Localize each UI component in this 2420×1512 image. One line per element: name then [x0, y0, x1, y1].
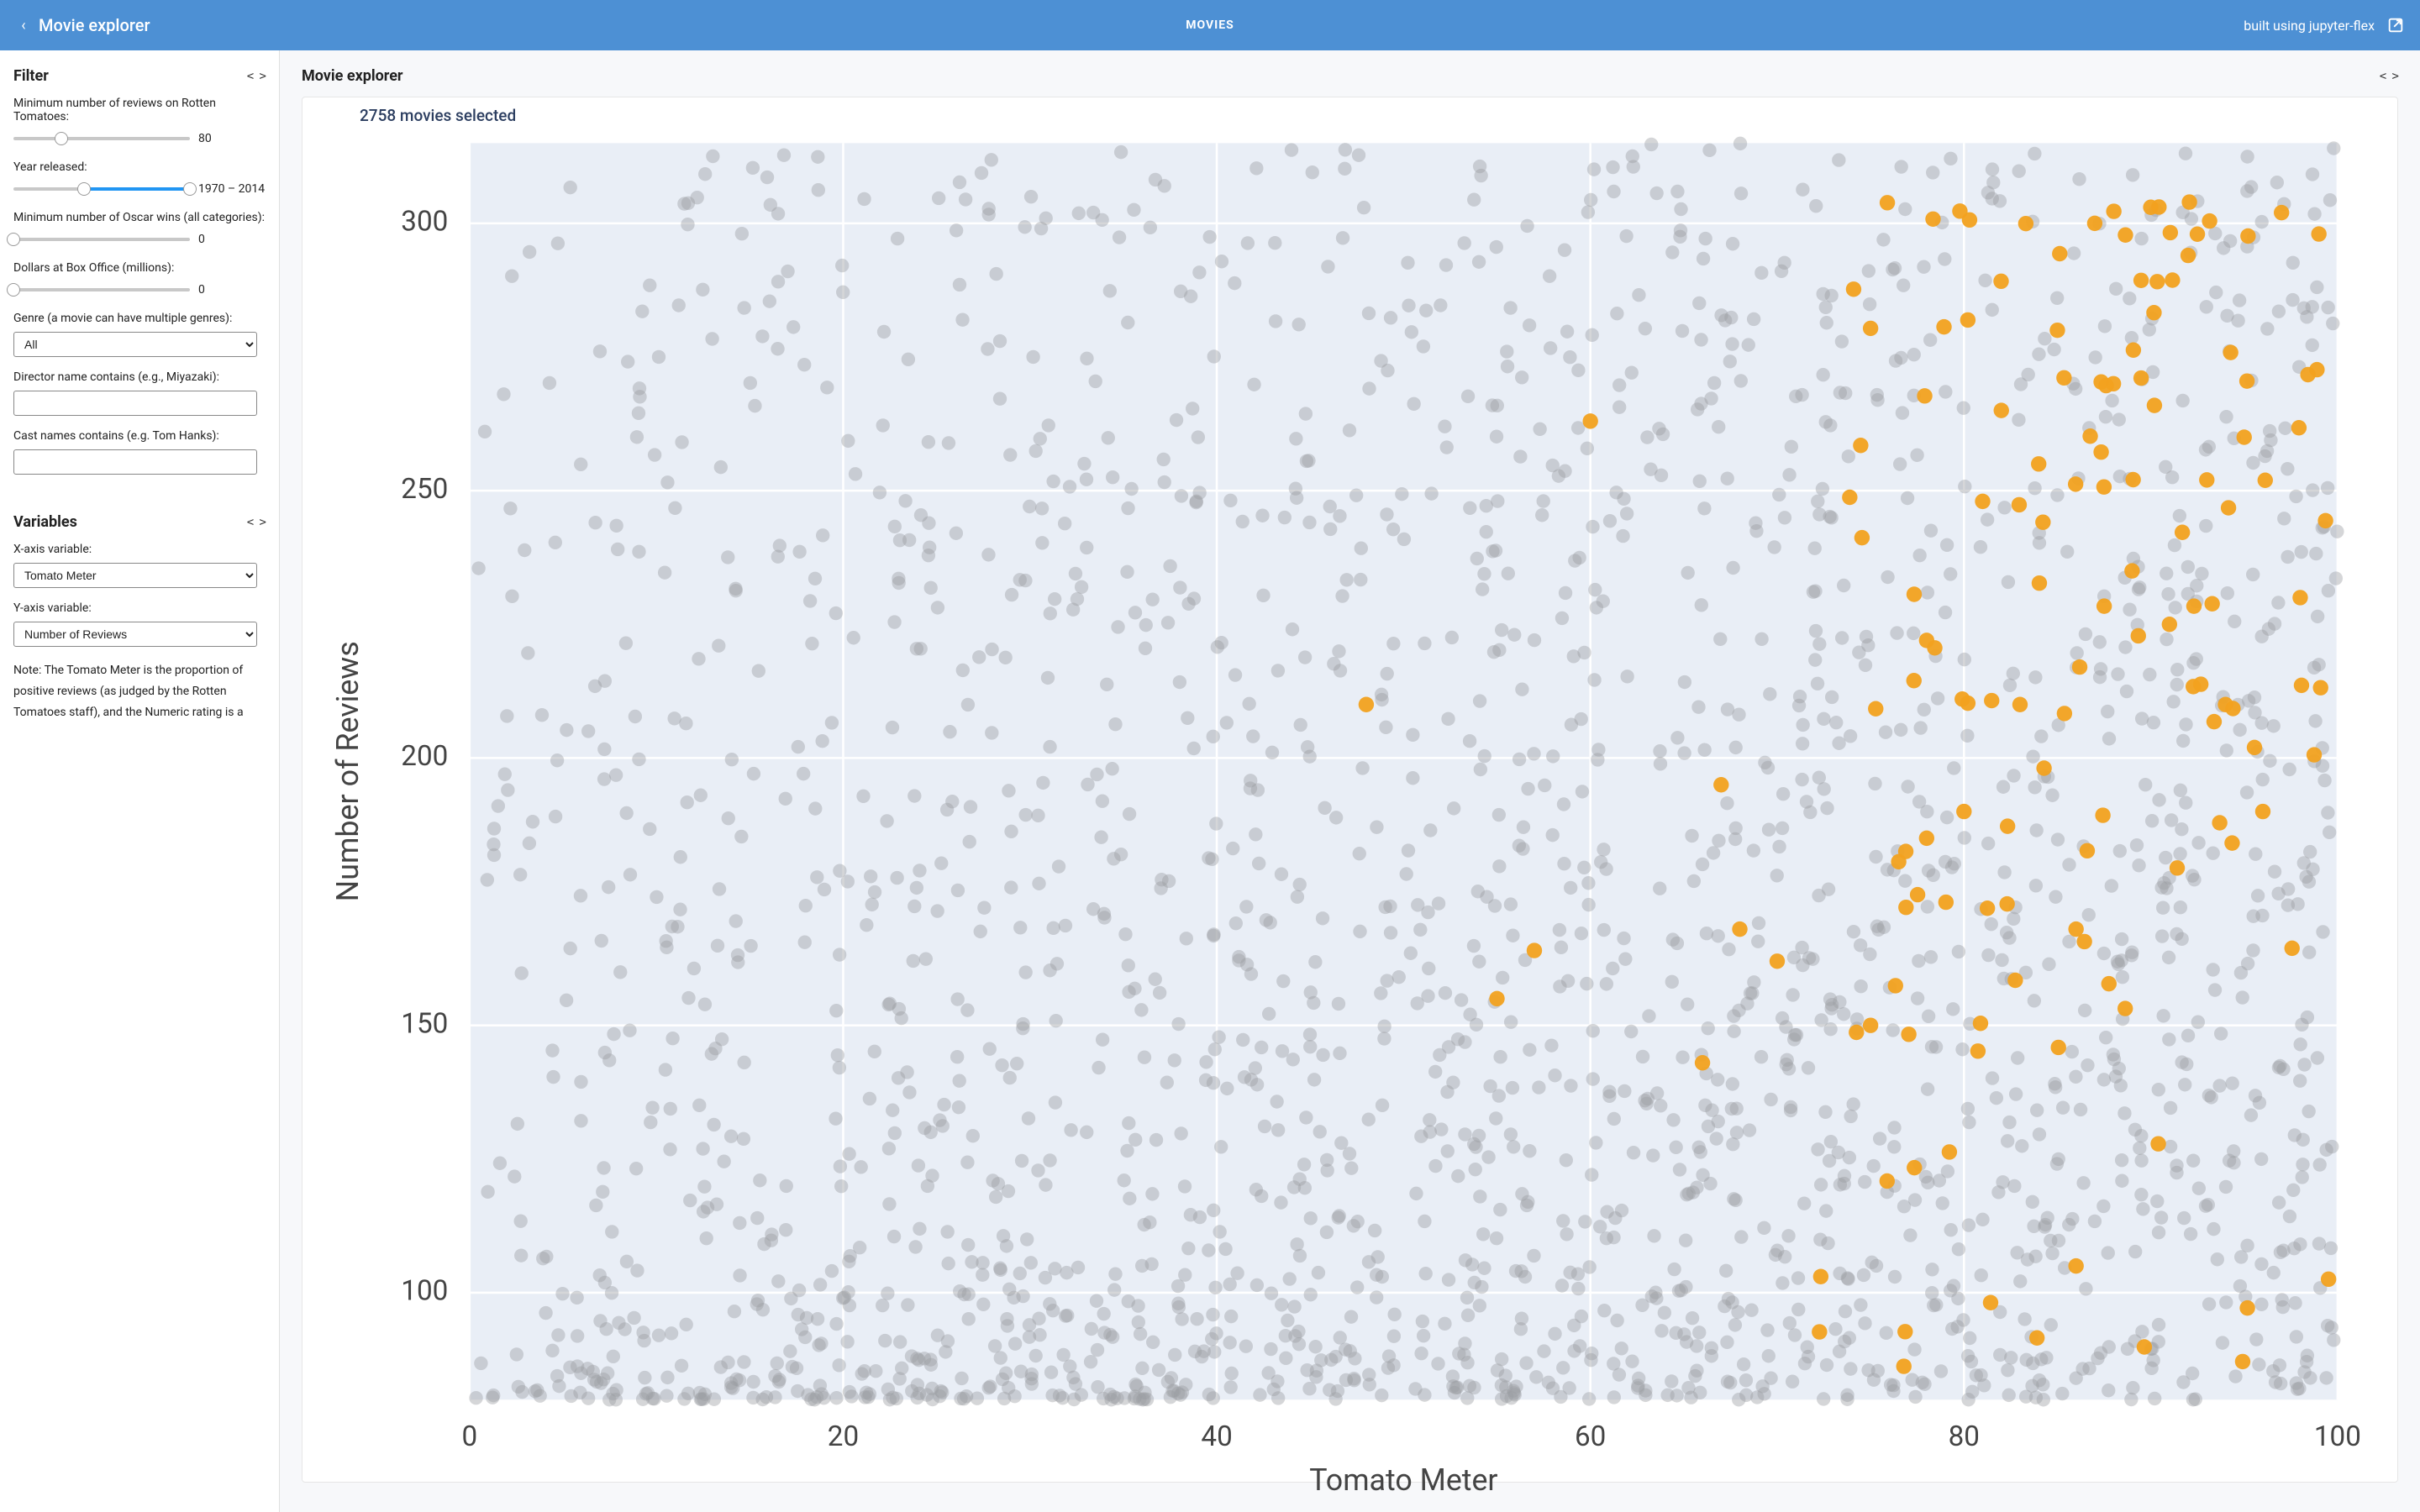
chart-title: 2758 movies selected: [360, 106, 2381, 125]
genre-control: Genre (a movie can have multiple genres)…: [13, 312, 266, 357]
min-oscars-control: Minimum number of Oscar wins (all catego…: [13, 211, 266, 248]
min-reviews-label: Minimum number of reviews on Rotten Toma…: [13, 97, 266, 123]
x-axis-control: X-axis variable: Tomato Meter: [13, 543, 266, 588]
director-label: Director name contains (e.g., Miyazaki):: [13, 370, 266, 384]
main: Movie explorer < > 2758 movies selected …: [280, 50, 2420, 1512]
external-link-icon[interactable]: [2386, 16, 2405, 34]
svg-text:0: 0: [462, 1420, 478, 1453]
min-reviews-slider[interactable]: [13, 130, 190, 147]
svg-text:60: 60: [1575, 1420, 1606, 1453]
cast-input[interactable]: [13, 449, 257, 475]
main-heading: Movie explorer: [302, 67, 403, 85]
year-released-slider[interactable]: [13, 181, 190, 197]
x-axis-label: X-axis variable:: [13, 543, 266, 556]
genre-select[interactable]: All: [13, 332, 257, 357]
min-reviews-control: Minimum number of reviews on Rotten Toma…: [13, 97, 266, 147]
svg-text:20: 20: [828, 1420, 859, 1453]
x-axis-select[interactable]: Tomato Meter: [13, 563, 257, 588]
filter-heading: Filter: [13, 67, 49, 85]
svg-text:150: 150: [401, 1007, 448, 1040]
chart-card: 2758 movies selected 0 20 40 60 80 100 100 150 2…: [302, 97, 2398, 1483]
year-released-value: 1970 – 2014: [198, 182, 265, 196]
svg-text:100: 100: [401, 1275, 448, 1308]
code-toggle-icon[interactable]: < >: [247, 516, 266, 529]
director-input[interactable]: [13, 391, 257, 416]
min-reviews-value: 80: [198, 132, 212, 145]
cast-label: Cast names contains (e.g. Tom Hanks):: [13, 429, 266, 443]
topbar: ‹ Movie explorer MOVIES built using jupy…: [0, 0, 2420, 50]
min-oscars-value: 0: [198, 233, 205, 246]
year-released-label: Year released:: [13, 160, 266, 174]
year-released-control: Year released: 1970 – 2014: [13, 160, 266, 197]
sidebar: Filter < > Minimum number of reviews on …: [0, 50, 280, 1512]
svg-text:80: 80: [1949, 1420, 1980, 1453]
director-control: Director name contains (e.g., Miyazaki):: [13, 370, 266, 416]
box-office-control: Dollars at Box Office (millions): 0: [13, 261, 266, 298]
svg-text:Number of Reviews: Number of Reviews: [330, 641, 366, 901]
app-title: Movie explorer: [39, 15, 150, 35]
min-oscars-label: Minimum number of Oscar wins (all catego…: [13, 211, 266, 224]
box-office-label: Dollars at Box Office (millions):: [13, 261, 266, 275]
built-using-label[interactable]: built using jupyter-flex: [2244, 18, 2375, 34]
svg-text:100: 100: [2314, 1420, 2361, 1453]
box-office-value: 0: [198, 283, 205, 297]
back-icon[interactable]: ‹: [15, 17, 32, 34]
y-axis-label: Y-axis variable:: [13, 601, 266, 615]
svg-text:300: 300: [401, 206, 448, 239]
code-toggle-icon[interactable]: < >: [2380, 70, 2398, 83]
scatter-plot[interactable]: 0 20 40 60 80 100 100 150 200 250 300 Tomato Meter N…: [319, 130, 2381, 1507]
y-axis-select[interactable]: Number of Reviews: [13, 622, 257, 647]
y-axis-control: Y-axis variable: Number of Reviews: [13, 601, 266, 647]
svg-text:250: 250: [401, 473, 448, 506]
variables-note: Note: The Tomato Meter is the proportion…: [13, 660, 266, 724]
code-toggle-icon[interactable]: < >: [247, 70, 266, 83]
box-office-slider[interactable]: [13, 281, 190, 298]
svg-text:Tomato Meter: Tomato Meter: [1309, 1462, 1497, 1498]
cast-control: Cast names contains (e.g. Tom Hanks):: [13, 429, 266, 475]
svg-text:40: 40: [1201, 1420, 1232, 1453]
topbar-center-label: MOVIES: [1186, 18, 1234, 32]
variables-heading: Variables: [13, 513, 77, 531]
svg-text:200: 200: [401, 740, 448, 773]
genre-label: Genre (a movie can have multiple genres)…: [13, 312, 266, 325]
min-oscars-slider[interactable]: [13, 231, 190, 248]
